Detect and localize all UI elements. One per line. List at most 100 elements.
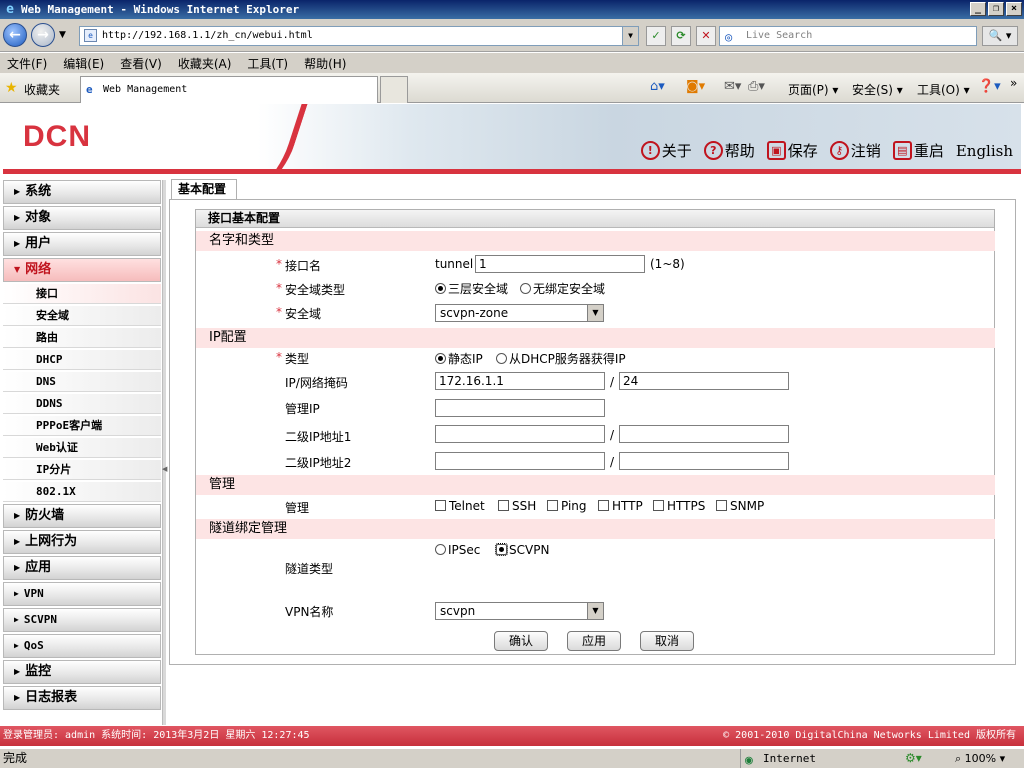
history-dropdown[interactable]: ▼: [59, 30, 66, 40]
minimize-button[interactable]: _: [970, 2, 986, 16]
menu-help[interactable]: 帮助(H): [304, 55, 346, 72]
protected-mode-icon[interactable]: ⚙▾: [905, 749, 922, 768]
menu-file[interactable]: 文件(F): [7, 55, 47, 72]
page-menu[interactable]: 页面(P) ▾: [788, 81, 838, 98]
sidebar-item-log-report[interactable]: ▶ 日志报表: [3, 686, 161, 710]
zone-type-l3-radio[interactable]: 三层安全域: [435, 280, 508, 297]
stop-icon[interactable]: ✕: [696, 26, 716, 46]
ip-address-input[interactable]: 172.16.1.1: [435, 372, 605, 390]
ip-static-radio[interactable]: 静态IP: [435, 350, 483, 367]
ip-mask-label: IP/网络掩码: [285, 376, 348, 390]
help-circle-icon: ?: [703, 141, 723, 160]
zone-select[interactable]: scvpn-zone ▼: [435, 304, 604, 322]
sidebar-sub-interface[interactable]: 接口: [3, 284, 161, 304]
security-zone: ◉ Internet: [740, 749, 900, 768]
collapse-arrow-icon[interactable]: ◀: [162, 465, 167, 473]
netmask-input[interactable]: 24: [619, 372, 789, 390]
sidebar-sub-routing[interactable]: 路由: [3, 328, 161, 348]
sidebar-sub-zone[interactable]: 安全域: [3, 306, 161, 326]
manage-https-checkbox[interactable]: HTTPS: [653, 499, 705, 513]
logout-link[interactable]: ⚷ 注销: [829, 140, 881, 161]
manage-http-checkbox[interactable]: HTTP: [598, 499, 643, 513]
compatibility-view-icon[interactable]: ✓: [646, 26, 666, 46]
sidebar-sub-8021x[interactable]: 802.1X: [3, 482, 161, 502]
sidebar-item-monitor[interactable]: ▶ 监控: [3, 660, 161, 684]
secondary-ip1-input[interactable]: [435, 425, 605, 443]
apply-button[interactable]: 应用: [567, 631, 621, 651]
sidebar-item-users[interactable]: ▶ 用户: [3, 232, 161, 256]
help-link[interactable]: ? 帮助: [703, 140, 755, 161]
page-icon: e: [84, 29, 97, 42]
zone-type-none-radio[interactable]: 无绑定安全域: [520, 280, 605, 297]
sidebar-item-network[interactable]: ▼ 网络: [3, 258, 161, 282]
chevron-down-icon[interactable]: ▼: [587, 305, 603, 321]
sidebar-sub-ip-fragment[interactable]: IP分片: [3, 460, 161, 480]
sidebar-item-firewall[interactable]: ▶ 防火墙: [3, 504, 161, 528]
tunnel-ipsec-radio[interactable]: IPSec: [435, 543, 480, 557]
tab-basic-config[interactable]: 基本配置: [171, 179, 237, 200]
menu-favorites[interactable]: 收藏夹(A): [178, 55, 232, 72]
restore-button[interactable]: ❐: [988, 2, 1004, 16]
english-link[interactable]: English: [956, 142, 1013, 160]
back-button[interactable]: ←: [3, 23, 27, 47]
favorites-star-icon[interactable]: ★: [5, 80, 18, 96]
reboot-link[interactable]: ▤ 重启: [892, 140, 944, 161]
ip-dhcp-radio[interactable]: 从DHCP服务器获得IP: [496, 350, 626, 367]
sidebar-item-qos[interactable]: ▶ QoS: [3, 634, 161, 658]
browser-tab[interactable]: e Web Management: [80, 76, 378, 103]
cancel-button[interactable]: 取消: [640, 631, 694, 651]
refresh-icon[interactable]: ⟳: [671, 26, 691, 46]
search-input[interactable]: ◎ Live Search: [719, 26, 977, 46]
address-toolbar: ← → ▼ e http://192.168.1.1/zh_cn/webui.h…: [0, 19, 1024, 52]
interface-name-input[interactable]: 1: [475, 255, 645, 273]
secondary-ip2-label: 二级IP地址2: [285, 456, 352, 470]
sidebar-splitter[interactable]: ◀: [162, 180, 167, 725]
manage-ping-checkbox[interactable]: Ping: [547, 499, 587, 513]
sidebar-sub-dns[interactable]: DNS: [3, 372, 161, 392]
feeds-icon[interactable]: ◙▾: [686, 79, 705, 94]
secondary-ip2-input[interactable]: [435, 452, 605, 470]
home-icon[interactable]: ⌂▾: [650, 79, 665, 94]
ok-button[interactable]: 确认: [494, 631, 548, 651]
new-tab-button[interactable]: [380, 76, 408, 103]
manage-ssh-checkbox[interactable]: SSH: [498, 499, 536, 513]
about-link[interactable]: ! 关于: [640, 140, 692, 161]
secondary-mask1-input[interactable]: [619, 425, 789, 443]
mgmt-ip-input[interactable]: [435, 399, 605, 417]
section-ip-config: IP配置: [196, 328, 995, 348]
sidebar-item-scvpn[interactable]: ▶ SCVPN: [3, 608, 161, 632]
sidebar-item-internet-behavior[interactable]: ▶ 上网行为: [3, 530, 161, 554]
sidebar-sub-webauth[interactable]: Web认证: [3, 438, 161, 458]
print-icon[interactable]: ⎙▾: [748, 79, 765, 94]
manage-telnet-checkbox[interactable]: Telnet: [435, 499, 485, 513]
menu-tools[interactable]: 工具(T): [247, 55, 288, 72]
sidebar-sub-ddns[interactable]: DDNS: [3, 394, 161, 414]
vpn-name-select[interactable]: scvpn ▼: [435, 602, 604, 620]
mail-icon[interactable]: ✉▾: [724, 79, 741, 94]
safety-menu[interactable]: 安全(S) ▾: [852, 81, 903, 98]
manage-snmp-checkbox[interactable]: SNMP: [716, 499, 764, 513]
menu-edit[interactable]: 编辑(E): [63, 55, 104, 72]
zoom-level[interactable]: ⌕ 100% ▾: [955, 749, 1005, 768]
tunnel-scvpn-radio[interactable]: SCVPN: [495, 543, 549, 557]
toolbar-overflow-icon[interactable]: »: [1010, 76, 1017, 90]
sidebar-sub-dhcp[interactable]: DHCP: [3, 350, 161, 370]
sidebar-item-objects[interactable]: ▶ 对象: [3, 206, 161, 230]
chevron-down-icon[interactable]: ▼: [587, 603, 603, 619]
address-bar[interactable]: e http://192.168.1.1/zh_cn/webui.html ▼: [79, 26, 639, 46]
secondary-mask2-input[interactable]: [619, 452, 789, 470]
help-icon[interactable]: ❓▾: [978, 79, 1001, 94]
sidebar-item-application[interactable]: ▶ 应用: [3, 556, 161, 580]
sidebar-sub-pppoe[interactable]: PPPoE客户端: [3, 416, 161, 436]
sidebar-item-vpn[interactable]: ▶ VPN: [3, 582, 161, 606]
tools-menu[interactable]: 工具(O) ▾: [917, 81, 970, 98]
search-button[interactable]: 🔍 ▾: [982, 26, 1018, 46]
save-link[interactable]: ▣ 保存: [766, 140, 818, 161]
favorites-button[interactable]: 收藏夹: [24, 81, 60, 98]
address-dropdown-icon[interactable]: ▼: [622, 27, 638, 45]
forward-button[interactable]: →: [31, 23, 55, 47]
interface-prefix: tunnel: [435, 257, 474, 271]
menu-view[interactable]: 查看(V): [120, 55, 162, 72]
sidebar-item-system[interactable]: ▶ 系统: [3, 180, 161, 204]
close-window-button[interactable]: ×: [1006, 2, 1022, 16]
